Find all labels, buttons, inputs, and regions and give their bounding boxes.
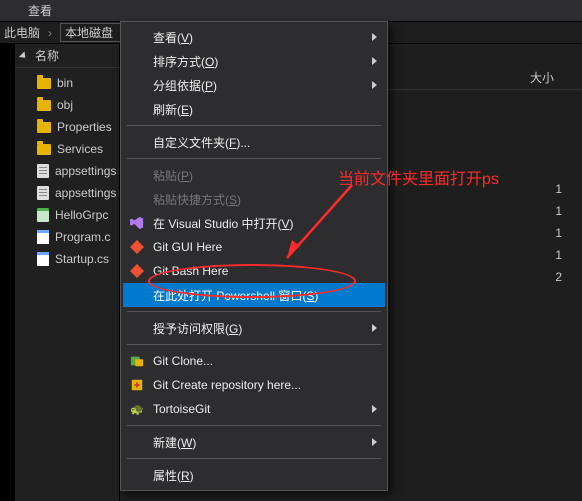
column-header-size[interactable]: 大小 [522,69,582,86]
menu-item-git-bash[interactable]: Git Bash Here [123,259,385,283]
menu-item-new[interactable]: 新建(W) [123,430,385,454]
detail-size: 2 [522,270,582,284]
folder-icon [37,100,51,111]
file-name: Services [57,142,103,156]
menu-item-properties[interactable]: 属性(R) [123,463,385,487]
menu-separator [127,125,381,126]
menu-separator [127,311,381,312]
detail-size: 1 [522,204,582,218]
detail-size: 1 [522,248,582,262]
folder-icon [37,122,51,133]
file-icon [37,230,49,244]
file-name: Properties [57,120,112,134]
menu-separator [127,344,381,345]
file-name: bin [57,76,73,90]
visual-studio-icon [129,215,145,231]
file-row[interactable]: appsettings [15,182,119,204]
file-icon [37,252,49,266]
git-clone-icon [129,353,145,369]
file-row[interactable]: HelloGrpc [15,204,119,226]
file-row[interactable]: bin [15,72,119,94]
file-row[interactable]: obj [15,94,119,116]
menu-separator [127,458,381,459]
file-name: Startup.cs [55,252,109,266]
git-icon [129,239,145,255]
annotation-text: 当前文件夹里面打开ps [338,165,499,189]
file-row[interactable]: Services [15,138,119,160]
menu-item-group[interactable]: 分组依据(P) [123,73,385,97]
file-name: obj [57,98,73,112]
menu-separator [127,425,381,426]
file-row[interactable]: appsettings [15,160,119,182]
file-list-panel: 名称 bin obj Properties Services appsettings ap… [15,44,120,501]
menu-item-view[interactable]: 查看(V) [123,25,385,49]
menu-item-tortoisegit[interactable]: 🐢 TortoiseGit [123,397,385,421]
window-titlebar: 查看 [0,0,582,22]
menu-item-git-create-repo[interactable]: Git Create repository here... [123,373,385,397]
sidebar-gutter [0,44,15,501]
folder-icon [37,78,51,89]
folder-icon [37,144,51,155]
detail-size: 1 [522,182,582,196]
file-icon [37,186,49,200]
breadcrumb-item[interactable]: 此电脑 [4,24,40,41]
menu-item-open-in-vs[interactable]: 在 Visual Studio 中打开(V) [123,211,385,235]
file-name: HelloGrpc [55,208,108,222]
file-row[interactable]: Program.c [15,226,119,248]
file-row[interactable]: Startup.cs [15,248,119,270]
context-menu: 查看(V) 排序方式(O) 分组依据(P) 刷新(E) 自定义文件夹(F)...… [120,21,388,491]
file-icon [37,164,49,178]
detail-size: 1 [522,226,582,240]
titlebar-label: 查看 [28,2,52,19]
menu-item-grant-access[interactable]: 授予访问权限(G) [123,316,385,340]
file-name: Program.c [55,230,110,244]
file-row[interactable]: Properties [15,116,119,138]
file-name: appsettings [55,164,116,178]
menu-item-customize-folder[interactable]: 自定义文件夹(F)... [123,130,385,154]
tortoise-icon: 🐢 [129,401,145,417]
column-header-name[interactable]: 名称 [15,44,119,68]
file-icon [37,208,49,222]
menu-separator [127,158,381,159]
menu-item-git-gui[interactable]: Git GUI Here [123,235,385,259]
git-icon [129,263,145,279]
menu-item-git-clone[interactable]: Git Clone... [123,349,385,373]
menu-item-sort[interactable]: 排序方式(O) [123,49,385,73]
menu-item-paste-shortcut: 粘贴快捷方式(S) [123,187,385,211]
git-create-icon [129,377,145,393]
file-name: appsettings [55,186,116,200]
chevron-right-icon: › [48,26,52,40]
menu-item-refresh[interactable]: 刷新(E) [123,97,385,121]
menu-item-open-powershell[interactable]: 在此处打开 Powershell 窗口(S) [123,283,385,307]
